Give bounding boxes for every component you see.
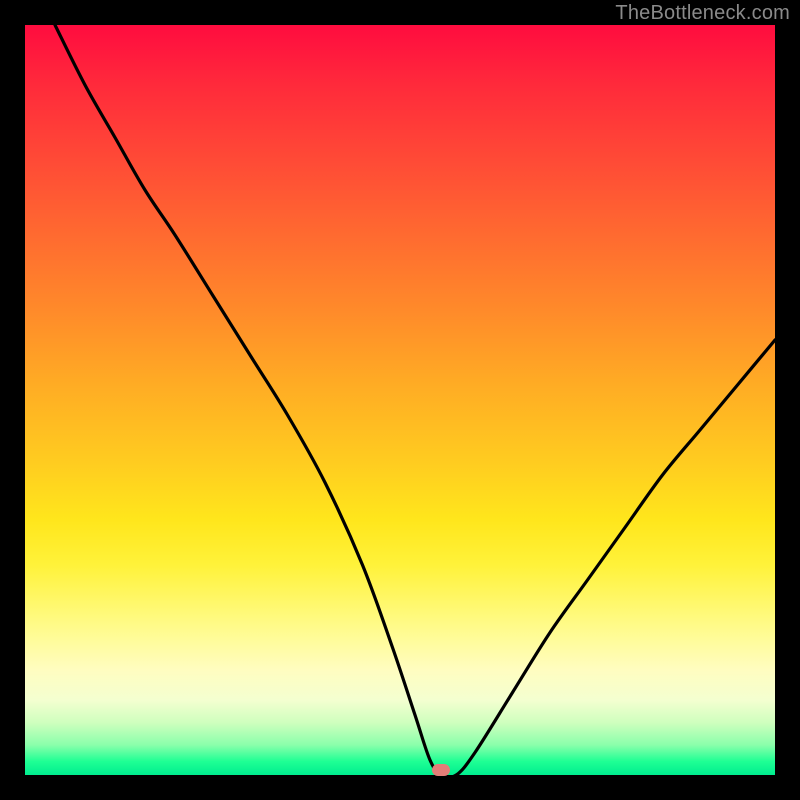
- plot-area: [25, 25, 775, 775]
- chart-frame: TheBottleneck.com: [0, 0, 800, 800]
- watermark-text: TheBottleneck.com: [615, 2, 790, 25]
- bottleneck-curve: [25, 25, 775, 775]
- optimum-marker: [432, 764, 450, 776]
